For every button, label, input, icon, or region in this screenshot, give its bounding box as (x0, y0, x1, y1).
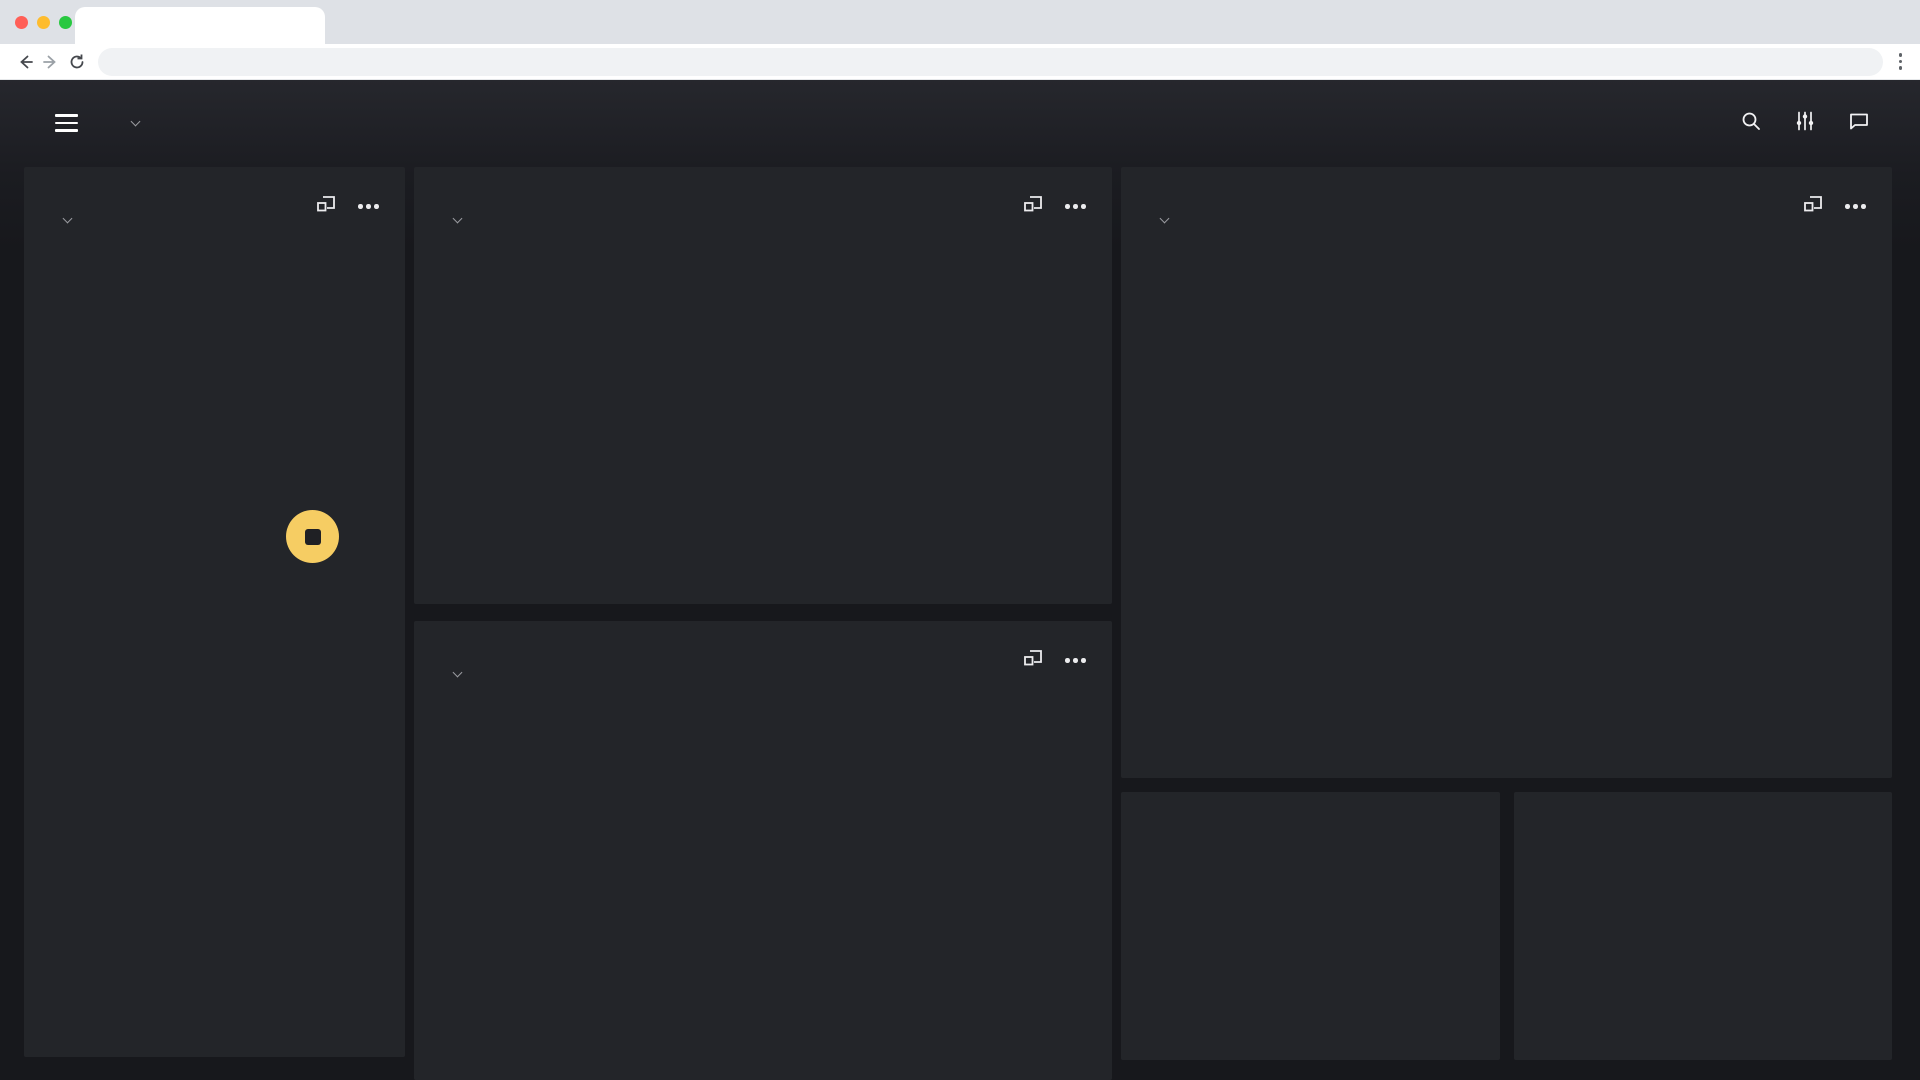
panel-boardlet (24, 167, 405, 1057)
zoom-window-button[interactable] (59, 16, 72, 29)
edgeone-app (0, 80, 1920, 1080)
more-options-icon[interactable] (358, 204, 379, 209)
analog-clock (105, 272, 325, 492)
panel-subtitle-dropdown[interactable] (54, 217, 71, 224)
panel-subtitle-dropdown[interactable] (444, 671, 461, 678)
browser-navbar (0, 44, 1920, 80)
browser-tabstrip (0, 0, 1920, 44)
filter-sliders-icon[interactable] (1794, 110, 1816, 137)
address-bar[interactable] (98, 48, 1883, 76)
chevron-down-icon (1160, 214, 1170, 224)
chevron-down-icon (453, 668, 463, 678)
tab-close-icon[interactable] (307, 24, 315, 28)
minimize-window-button[interactable] (37, 16, 50, 29)
chevron-down-icon (131, 116, 141, 126)
more-options-icon[interactable] (1065, 204, 1086, 209)
browser-tab[interactable] (75, 7, 325, 44)
window-controls[interactable] (15, 16, 72, 29)
datetime-selector[interactable] (110, 120, 139, 127)
url-input[interactable] (111, 54, 1870, 69)
panel-subtitle-dropdown[interactable] (1151, 217, 1168, 224)
expand-boardlet-icon[interactable] (316, 195, 336, 218)
chat-icon[interactable] (1848, 110, 1870, 137)
bar-chart (434, 731, 1110, 1061)
browser-menu-icon[interactable] (1893, 53, 1909, 70)
expand-boardlet-icon[interactable] (1023, 195, 1043, 218)
search-icon[interactable] (1740, 110, 1762, 137)
expand-boardlet-icon[interactable] (1023, 649, 1043, 672)
forward-icon[interactable] (38, 49, 64, 75)
panel-bar-chart (414, 621, 1112, 1080)
refresh-icon[interactable] (64, 49, 90, 75)
close-window-button[interactable] (15, 16, 28, 29)
more-options-icon[interactable] (1845, 204, 1866, 209)
line-chart (434, 285, 1110, 590)
panel-subtitle-dropdown[interactable] (444, 217, 461, 224)
app-header (0, 80, 1920, 166)
panel-events-table (1121, 167, 1892, 778)
panel-line-chart (414, 167, 1112, 604)
chevron-down-icon (63, 214, 73, 224)
hamburger-menu-icon[interactable] (55, 114, 78, 131)
expand-boardlet-icon[interactable] (1803, 195, 1823, 218)
stop-button[interactable] (286, 510, 339, 563)
chevron-down-icon (453, 214, 463, 224)
more-options-icon[interactable] (1065, 658, 1086, 663)
panel-kpi-station-3 (1514, 792, 1892, 1060)
panel-kpi-station-2 (1121, 792, 1500, 1060)
back-icon[interactable] (12, 49, 38, 75)
stop-square-icon (305, 529, 321, 545)
